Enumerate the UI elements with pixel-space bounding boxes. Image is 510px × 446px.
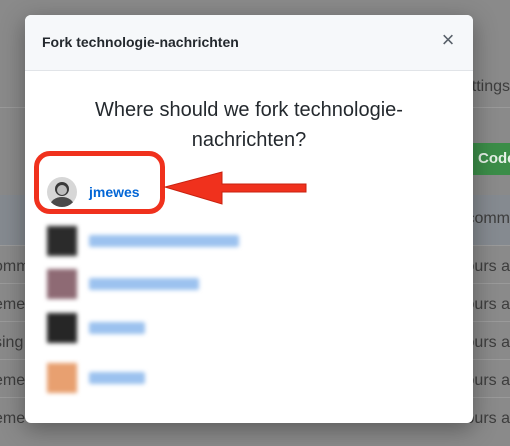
arrow-left-icon [163, 171, 307, 205]
owner-item-redacted[interactable] [47, 361, 145, 395]
redacted-owner-name [89, 372, 145, 384]
close-icon[interactable]: × [437, 29, 459, 51]
dialog-header: Fork technologie-nachrichten × [25, 15, 473, 71]
owner-item-redacted[interactable] [47, 267, 199, 301]
owner-item-redacted[interactable] [47, 311, 145, 345]
fork-dialog: Fork technologie-nachrichten × Where sho… [25, 15, 473, 423]
avatar [47, 313, 77, 343]
highlight-callout [34, 151, 165, 214]
avatar [47, 226, 77, 256]
owner-item-redacted[interactable] [47, 224, 239, 258]
settings-tab-fragment: ttings [471, 78, 510, 95]
file-row-name: eme [0, 410, 26, 427]
avatar [47, 269, 77, 299]
code-button[interactable]: Code [468, 143, 510, 175]
file-row-name: eme [0, 296, 26, 313]
avatar [47, 363, 77, 393]
redacted-owner-name [89, 278, 199, 290]
dialog-title: Fork technologie-nachrichten [42, 34, 239, 50]
file-row-name: sing [0, 334, 24, 351]
redacted-owner-name [89, 322, 145, 334]
file-row-name: eme [0, 372, 26, 389]
fork-question: Where should we fork technologie-nachric… [95, 99, 403, 151]
redacted-owner-name [89, 235, 239, 247]
